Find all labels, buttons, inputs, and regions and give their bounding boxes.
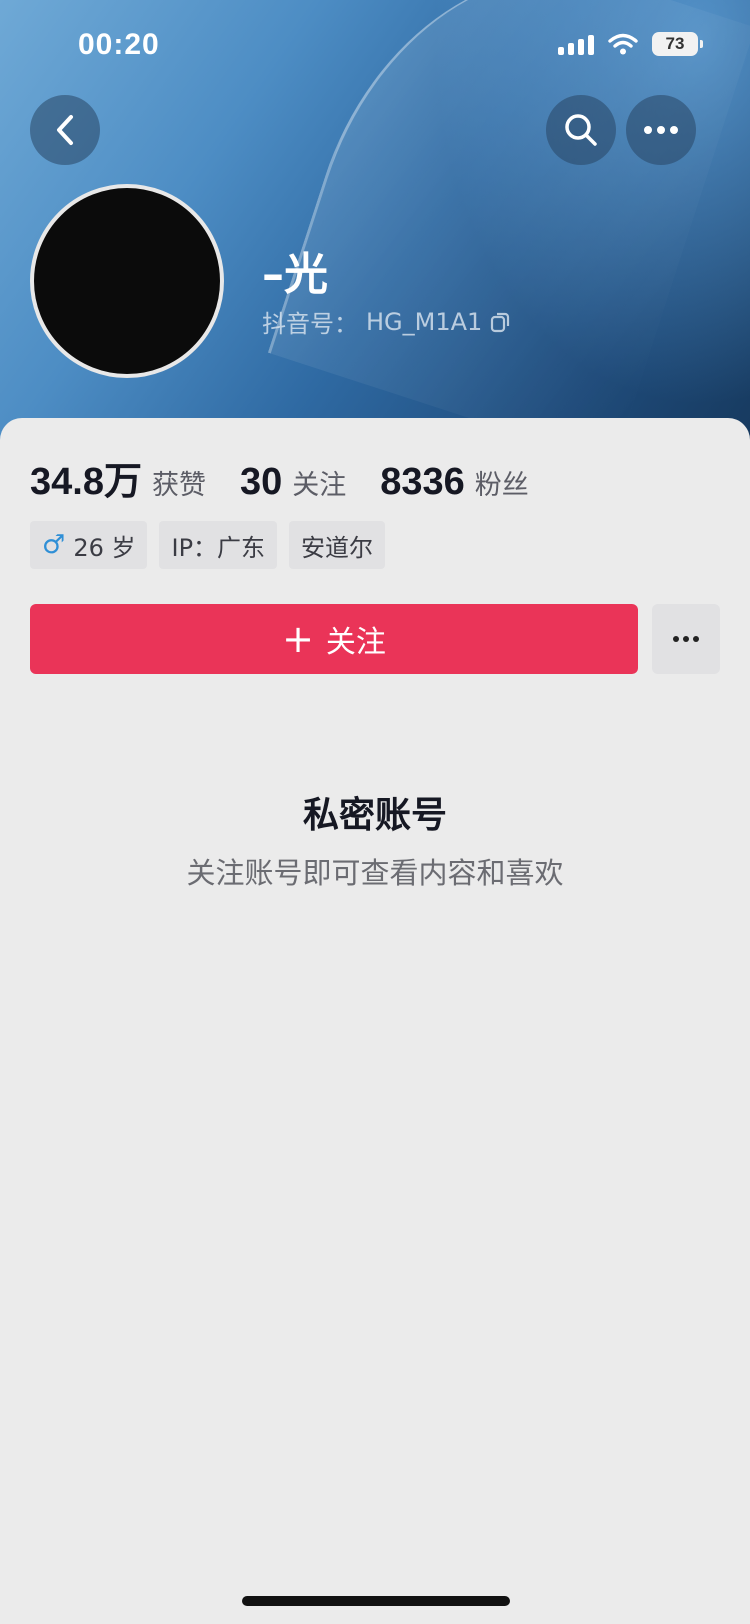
location-tag: 安道尔 bbox=[289, 521, 386, 569]
chevron-left-icon bbox=[57, 115, 73, 145]
background-sheen bbox=[267, 0, 750, 440]
profile-name: –光 bbox=[262, 249, 328, 300]
ip-label: IP：广东 bbox=[171, 533, 266, 562]
plus-icon: + bbox=[282, 617, 314, 661]
location-label: 安道尔 bbox=[301, 533, 374, 562]
followers-count[interactable]: 8336 bbox=[380, 461, 465, 504]
likes-count[interactable]: 34.8万 bbox=[30, 450, 142, 505]
back-button[interactable] bbox=[30, 95, 100, 165]
signal-icon bbox=[558, 33, 594, 55]
more-actions-button[interactable] bbox=[652, 604, 720, 674]
more-icon bbox=[673, 636, 699, 642]
douyin-id-row[interactable]: 抖音号： HG_M1A1 bbox=[262, 304, 510, 339]
follow-button[interactable]: + 关注 bbox=[30, 604, 638, 674]
profile-stats: 34.8万 获赞 30 关注 8336 粉丝 bbox=[30, 450, 563, 505]
copy-icon[interactable] bbox=[490, 311, 510, 333]
age-label: 26 岁 bbox=[73, 533, 136, 562]
douyin-id-label: 抖音号： bbox=[262, 310, 358, 338]
ip-location-tag: IP：广东 bbox=[159, 521, 278, 569]
more-options-button[interactable] bbox=[626, 95, 696, 165]
status-icons: 73 bbox=[558, 32, 703, 56]
following-count[interactable]: 30 bbox=[240, 461, 282, 504]
status-time: 00:20 bbox=[78, 28, 160, 61]
likes-label: 获赞 bbox=[151, 470, 206, 501]
profile-content-card bbox=[0, 418, 750, 1624]
following-label: 关注 bbox=[292, 470, 347, 501]
avatar[interactable] bbox=[30, 184, 224, 378]
search-button[interactable] bbox=[546, 95, 616, 165]
male-icon: ♂ bbox=[42, 530, 66, 560]
followers-label: 粉丝 bbox=[474, 470, 529, 501]
home-indicator[interactable] bbox=[242, 1596, 510, 1606]
search-icon bbox=[565, 114, 597, 146]
private-account-subtitle: 关注账号即可查看内容和喜欢 bbox=[186, 856, 564, 890]
follow-label: 关注 bbox=[325, 625, 386, 660]
more-icon bbox=[644, 126, 678, 134]
douyin-id-value: HG_M1A1 bbox=[366, 307, 483, 336]
battery-icon: 73 bbox=[652, 32, 703, 56]
wifi-icon bbox=[608, 33, 638, 55]
gender-age-tag: ♂ 26 岁 bbox=[30, 521, 148, 569]
profile-tags: ♂ 26 岁 IP：广东 安道尔 bbox=[30, 521, 386, 569]
private-account-title: 私密账号 bbox=[302, 795, 447, 836]
